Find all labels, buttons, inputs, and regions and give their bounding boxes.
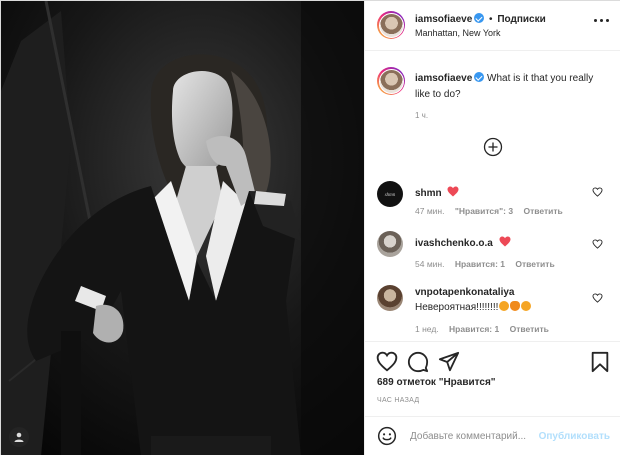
reply-button[interactable]: Ответить	[510, 324, 549, 334]
likes-count[interactable]: 689 отметок "Нравится"	[377, 377, 496, 388]
heart-eyes-emoji-icon	[499, 301, 510, 311]
comment-meta: 47 мин. "Нравится": 3 Ответить	[415, 206, 571, 216]
heart-outline-icon[interactable]	[592, 239, 603, 249]
comment-likes[interactable]: Нравится: 1	[455, 259, 505, 269]
tag-button[interactable]	[9, 427, 29, 447]
verified-badge-icon	[474, 72, 485, 82]
avatar[interactable]	[377, 11, 405, 39]
comment-text: Невероятная!!!!!!!!	[415, 302, 499, 313]
comment-line: ivashchenko.o.a	[415, 236, 511, 249]
heart-eyes-emoji-icon	[521, 301, 532, 311]
post-timestamp[interactable]: ЧАС НАЗАД	[377, 397, 419, 404]
location-link[interactable]: Manhattan, New York	[415, 28, 501, 38]
avatar-logo: shmn	[385, 193, 396, 198]
bookmark-icon[interactable]	[589, 351, 611, 373]
separator-dot: •	[489, 14, 493, 25]
plus-circle-icon[interactable]	[483, 137, 503, 157]
comment-line: vnpotapenkonataliya	[415, 287, 514, 298]
comment-meta: 54 мин. Нравится: 1 Ответить	[415, 259, 563, 269]
smiley-icon[interactable]	[377, 426, 397, 446]
reply-button[interactable]: Ответить	[515, 259, 554, 269]
user-tag-icon	[14, 432, 24, 442]
comment-time[interactable]: 54 мин.	[415, 259, 444, 269]
caption-text: iamsofiaeve What is it that you really l…	[415, 71, 605, 103]
comment-time[interactable]: 1 нед.	[415, 324, 439, 334]
add-comment-bar: Добавьте комментарий... Опубликовать	[365, 416, 620, 455]
red-heart-emoji-icon	[499, 236, 511, 247]
comment-username[interactable]: shmn	[415, 188, 442, 199]
heart-outline-icon[interactable]	[376, 351, 398, 373]
comment-meta: 1 нед. Нравится: 1 Ответить	[415, 324, 557, 334]
comment-line: shmn	[415, 186, 459, 199]
post-dialog: iamsofiaeve • Подписки Manhattan, New Yo…	[0, 0, 620, 455]
caption-username[interactable]: iamsofiaeve	[415, 73, 472, 84]
photo-image	[1, 1, 364, 455]
avatar[interactable]	[377, 231, 403, 257]
post-photo[interactable]	[1, 1, 364, 455]
more-horizontal-icon[interactable]	[594, 19, 610, 23]
comment-likes[interactable]: "Нравится": 3	[455, 206, 513, 216]
caption-time[interactable]: 1 ч.	[415, 111, 428, 120]
verified-badge-icon	[474, 13, 485, 23]
comment-likes[interactable]: Нравится: 1	[449, 324, 499, 334]
heart-outline-icon[interactable]	[592, 187, 603, 197]
post-side-panel: iamsofiaeve • Подписки Manhattan, New Yo…	[364, 1, 620, 455]
avatar[interactable]: shmn	[377, 181, 403, 207]
avatar[interactable]	[377, 67, 405, 95]
following-button[interactable]: Подписки	[497, 14, 545, 25]
comment-bubble-icon[interactable]	[407, 351, 429, 373]
reply-button[interactable]: Ответить	[523, 206, 562, 216]
comment-time[interactable]: 47 мин.	[415, 206, 444, 216]
heart-outline-icon[interactable]	[592, 293, 603, 303]
post-header: iamsofiaeve • Подписки Manhattan, New Yo…	[365, 1, 620, 51]
red-heart-emoji-icon	[447, 186, 459, 197]
header-username[interactable]: iamsofiaeve	[415, 14, 472, 25]
comment-input[interactable]: Добавьте комментарий...	[410, 431, 526, 442]
svg-text:shmn: shmn	[385, 193, 396, 198]
header-user-line: iamsofiaeve • Подписки	[415, 13, 546, 25]
comment-username[interactable]: vnpotapenkonataliya	[415, 287, 514, 298]
comment-text-line: Невероятная!!!!!!!!	[415, 301, 532, 313]
publish-button[interactable]: Опубликовать	[539, 431, 610, 442]
comment-username[interactable]: ivashchenko.o.a	[415, 238, 493, 249]
paper-plane-icon[interactable]	[438, 351, 460, 373]
fire-emoji-icon	[510, 301, 521, 311]
avatar[interactable]	[377, 285, 403, 311]
